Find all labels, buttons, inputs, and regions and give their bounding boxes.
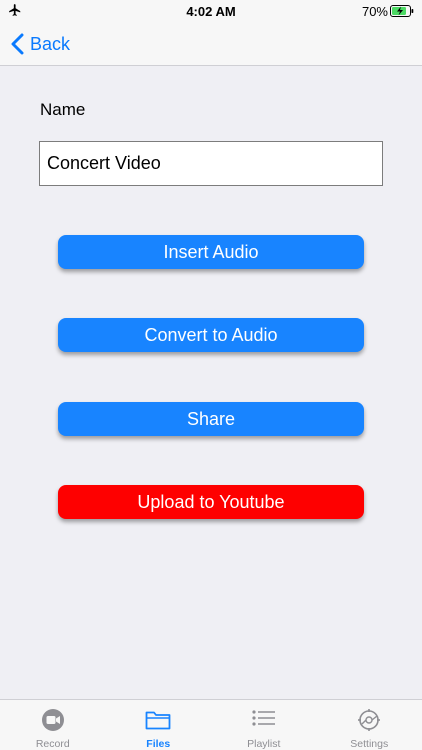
tab-label: Record: [35, 738, 70, 750]
screen: 4:02 AM 70% Back Name Insert Audio Conve…: [0, 0, 422, 750]
battery-percent: 70%: [361, 4, 388, 19]
insert-audio-button[interactable]: Insert Audio: [58, 235, 364, 269]
navigation-bar: Back: [0, 22, 422, 66]
upload-to-youtube-button[interactable]: Upload to Youtube: [58, 485, 364, 519]
convert-to-audio-button[interactable]: Convert to Audio: [58, 318, 364, 352]
tab-label: Files: [146, 738, 171, 750]
list-icon: [252, 710, 275, 726]
tab-record[interactable]: Record: [0, 700, 106, 750]
folder-icon: [145, 711, 171, 730]
status-bar: 4:02 AM 70%: [0, 0, 422, 22]
tab-label: Playlist: [247, 738, 281, 750]
tab-files[interactable]: Files: [106, 700, 212, 750]
chevron-left-icon: [11, 33, 24, 55]
back-button[interactable]: Back: [10, 30, 70, 58]
name-input[interactable]: [39, 141, 383, 186]
share-button[interactable]: Share: [58, 402, 364, 436]
gear-icon: [358, 709, 381, 731]
status-time: 4:02 AM: [186, 4, 236, 19]
tab-settings[interactable]: Settings: [317, 700, 422, 750]
tab-bar: Record Files Playlist Settings: [0, 699, 422, 750]
tab-playlist[interactable]: Playlist: [211, 700, 317, 750]
record-icon: [41, 709, 64, 731]
name-label: Name: [40, 100, 86, 119]
tab-label: Settings: [350, 738, 389, 750]
battery-charging-icon: [390, 5, 414, 17]
back-label: Back: [30, 33, 71, 54]
